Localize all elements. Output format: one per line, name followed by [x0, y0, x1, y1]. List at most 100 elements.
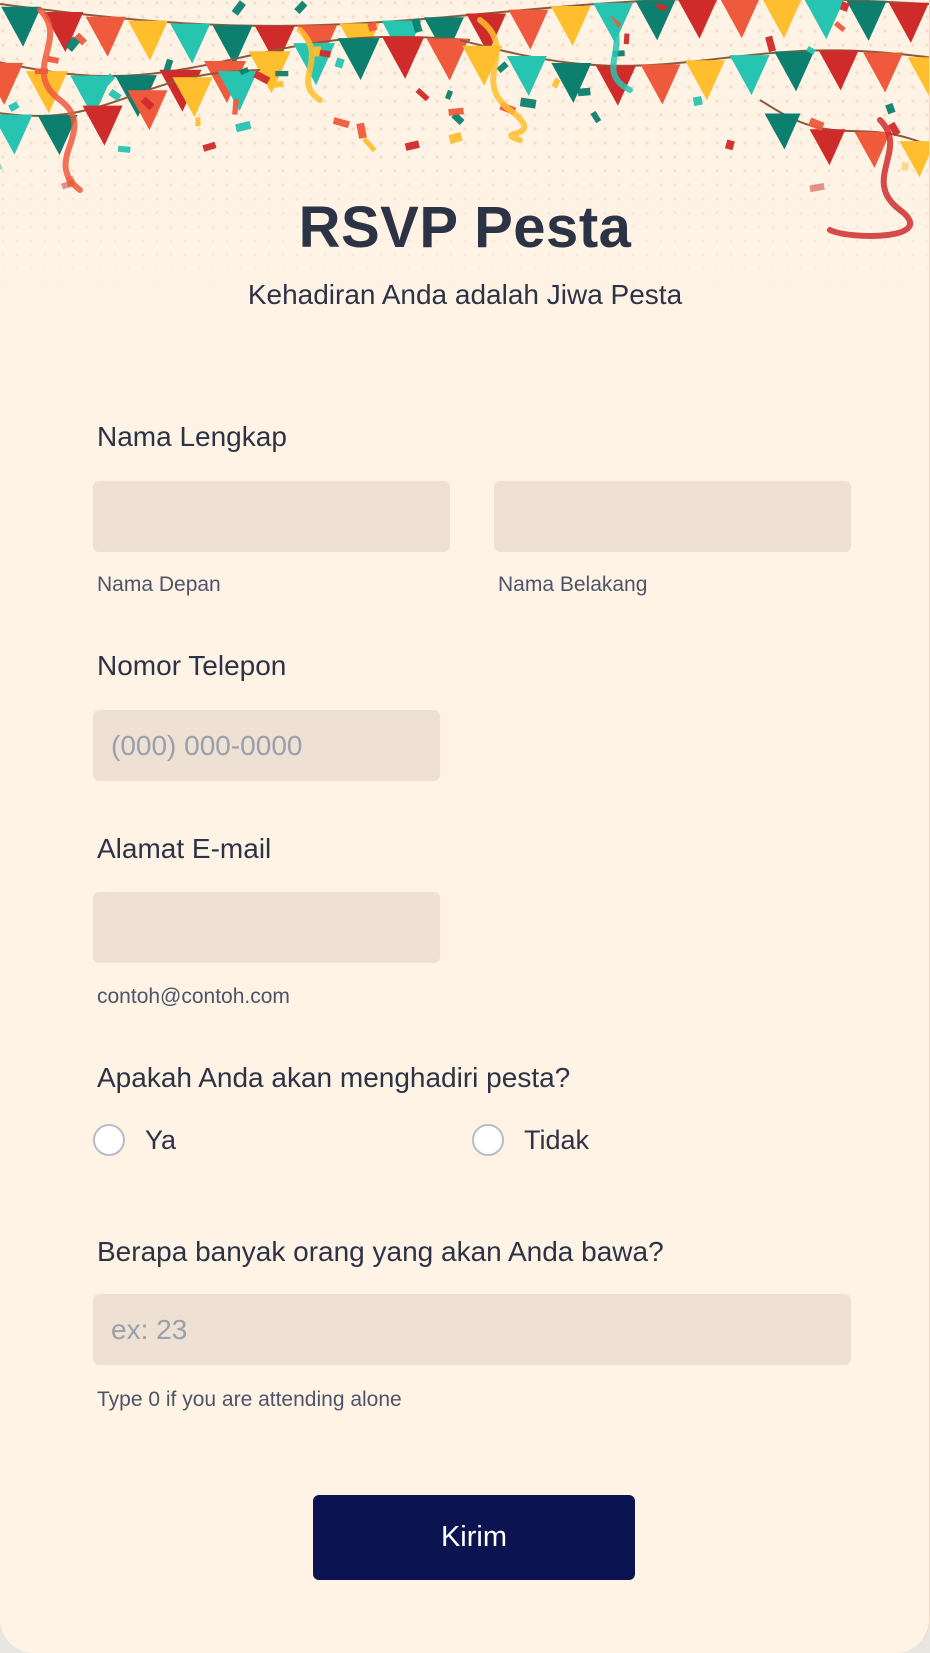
bunting-flag: [248, 51, 291, 94]
first-name-sublabel: Nama Depan: [97, 573, 221, 596]
bunting-flag: [462, 45, 503, 86]
bunting-flag: [762, 0, 802, 39]
confetti-piece: [808, 117, 825, 131]
bunting-flag: [212, 25, 253, 66]
bunting-flag: [685, 60, 725, 101]
confetti-piece: [34, 68, 49, 75]
radio-option-yes[interactable]: Ya: [93, 1124, 176, 1156]
radio-button-no[interactable]: [472, 1124, 504, 1156]
bunting-flag: [43, 11, 84, 52]
bunting-flag: [818, 50, 859, 91]
confetti-piece: [313, 46, 322, 57]
confetti-piece: [65, 175, 77, 188]
full-name-label: Nama Lengkap: [97, 421, 287, 452]
confetti-piece: [319, 49, 332, 58]
confetti-piece: [356, 122, 367, 139]
bunting-flag: [82, 105, 123, 146]
bunting-flag: [127, 90, 168, 131]
bunting-flag: [508, 9, 549, 50]
bunting-flag: [640, 64, 681, 105]
form-subtitle: Kehadiran Anda adalah Jiwa Pesta: [247, 279, 683, 310]
confetti-piece: [332, 117, 350, 129]
confetti-piece: [496, 61, 509, 74]
confetti-piece: [839, 1, 850, 12]
confetti-piece: [879, 64, 889, 77]
confetti-piece: [253, 70, 271, 85]
bunting-flag: [254, 25, 295, 66]
confetti-piece: [362, 137, 377, 153]
radio-label-no: Tidak: [524, 1124, 590, 1155]
bunting-flag: [0, 114, 33, 155]
confetti-piece: [724, 139, 735, 151]
bunting-string: [459, 39, 929, 67]
email-input[interactable]: [93, 892, 440, 963]
confetti-piece: [563, 76, 578, 90]
confetti-piece: [8, 101, 20, 112]
confetti-piece: [74, 32, 88, 46]
form-card: RSVP Pesta Kehadiran Anda adalah Jiwa Pe…: [0, 0, 930, 1653]
email-label: Alamat E-mail: [97, 833, 272, 864]
guests-question: Berapa banyak orang yang akan Anda bawa?: [97, 1236, 664, 1267]
bunting-flag: [907, 57, 929, 96]
confetti-piece: [888, 121, 901, 137]
last-name-input[interactable]: [494, 481, 851, 552]
last-name-sublabel: Nama Belakang: [498, 573, 648, 596]
guests-count-input[interactable]: [93, 1294, 851, 1365]
confetti-piece: [60, 179, 75, 190]
confetti-piece: [692, 95, 703, 107]
bunting-flag: [217, 71, 258, 112]
confetti-piece: [833, 20, 846, 33]
confetti-piece: [901, 162, 909, 172]
bunting-flag: [293, 43, 336, 86]
form-title: RSVP Pesta: [298, 195, 632, 260]
confetti-piece: [108, 88, 122, 102]
radio-option-no[interactable]: Tidak: [472, 1124, 589, 1156]
confetti-piece: [623, 33, 630, 45]
confetti-piece: [404, 140, 420, 151]
radio-button-yes[interactable]: [93, 1124, 125, 1156]
bunting-flag: [899, 141, 929, 178]
bunting-flag: [551, 63, 592, 104]
phone-input[interactable]: [93, 710, 440, 781]
bunting-flag: [297, 25, 338, 66]
confetti-piece: [444, 89, 454, 100]
bunting-flag: [846, 0, 887, 41]
confetti-piece: [117, 145, 131, 153]
confetti-piece: [367, 21, 378, 32]
confetti-piece: [448, 107, 464, 116]
confetti-piece: [235, 120, 252, 133]
submit-button[interactable]: Kirim: [313, 1495, 635, 1580]
confetti-piece: [294, 0, 308, 15]
guests-hint: Type 0 if you are attending alone: [97, 1388, 402, 1411]
radio-label-yes: Ya: [145, 1124, 177, 1155]
bunting-flag: [466, 13, 507, 54]
confetti-piece: [268, 80, 284, 89]
confetti-piece: [231, 0, 246, 16]
bunting-string: [0, 35, 471, 78]
streamer: [597, 7, 633, 93]
streamer: [477, 17, 528, 143]
bunting-flag: [854, 131, 891, 168]
bunting-flag: [339, 23, 380, 64]
bunting-flag: [70, 75, 113, 118]
bunting-flag: [114, 75, 157, 118]
confetti-piece: [885, 102, 896, 115]
confetti-piece: [239, 66, 250, 76]
confetti-piece: [202, 141, 217, 152]
bunting-flag: [550, 5, 591, 46]
confetti-piece: [140, 96, 155, 111]
confetti-piece: [806, 45, 816, 55]
confetti-piece: [65, 36, 81, 52]
bunting-flag: [592, 2, 633, 43]
confetti-piece: [519, 97, 537, 109]
bunting-flag: [635, 0, 676, 41]
confetti-piece: [577, 87, 591, 97]
bunting-flag: [159, 69, 202, 112]
confetti-piece: [612, 50, 625, 57]
confetti-piece: [101, 73, 116, 87]
confetti-piece: [411, 18, 423, 34]
bunting-flag: [426, 38, 469, 81]
first-name-input[interactable]: [93, 481, 450, 552]
confetti-piece: [590, 110, 602, 124]
confetti-piece: [195, 117, 201, 127]
